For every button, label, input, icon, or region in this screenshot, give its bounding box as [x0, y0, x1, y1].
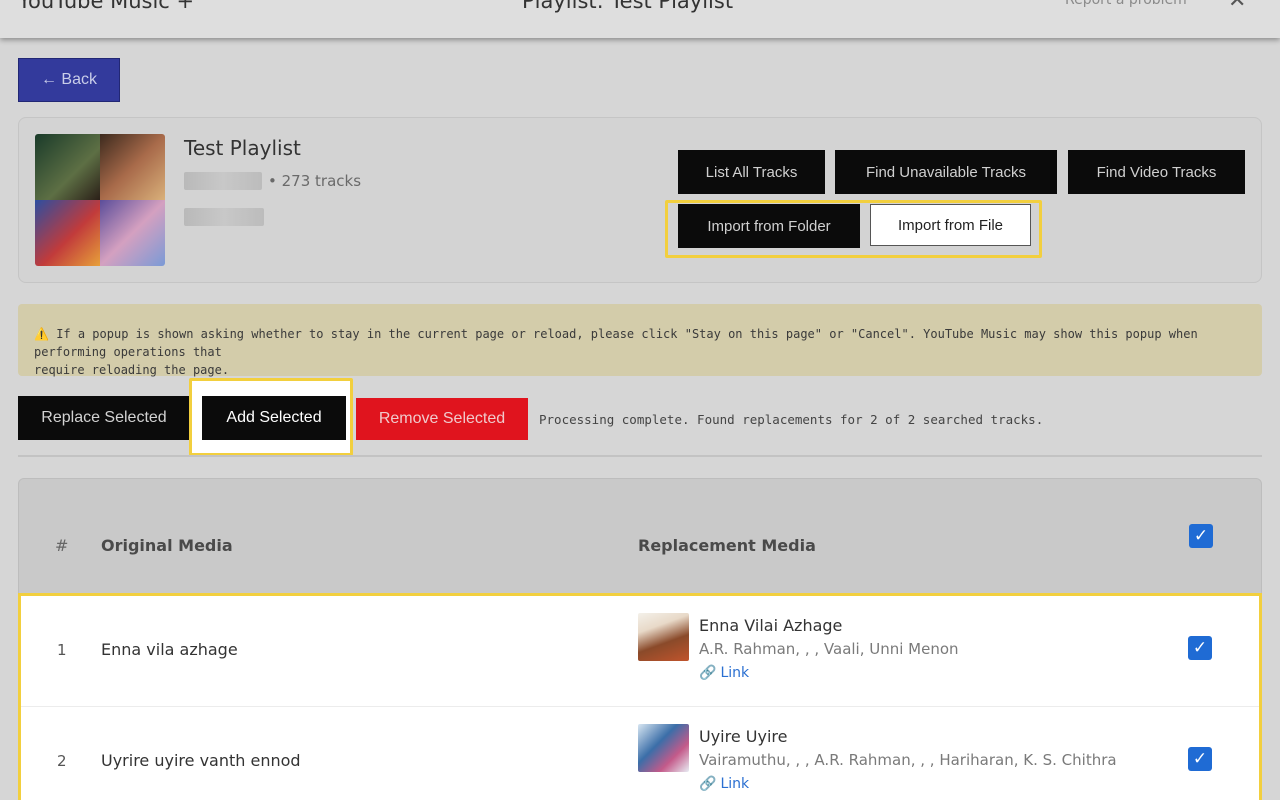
link-label[interactable]: Link	[720, 776, 749, 792]
report-problem-link[interactable]: Report a problem	[1065, 0, 1187, 8]
replacement-title: Enna Vilai Azhage	[699, 616, 843, 635]
link-label[interactable]: Link	[720, 665, 749, 681]
row-number: 2	[57, 752, 67, 770]
link-icon: 🔗	[699, 665, 717, 681]
warning-icon: ⚠️	[34, 327, 49, 341]
playlist-cover	[35, 134, 165, 266]
select-all-checkbox[interactable]: ✓	[1189, 524, 1213, 548]
add-selected-button[interactable]: Add Selected	[202, 396, 346, 440]
original-media-title: Enna vila azhage	[101, 640, 238, 659]
track-count: • 273 tracks	[268, 172, 362, 190]
column-header-number: #	[55, 536, 69, 555]
replacement-title: Uyire Uyire	[699, 727, 788, 746]
warning-text-line2: require reloading the page.	[34, 363, 230, 377]
import-from-file-button[interactable]: Import from File	[870, 204, 1031, 246]
playlist-meta: • 273 tracks	[184, 172, 361, 190]
replacement-link[interactable]: 🔗 Link	[699, 665, 749, 681]
redacted-info	[184, 208, 264, 226]
column-header-replacement: Replacement Media	[638, 536, 816, 555]
warning-banner: ⚠️ If a popup is shown asking whether to…	[18, 304, 1262, 377]
replacement-thumbnail	[638, 613, 689, 661]
row-checkbox[interactable]: ✓	[1188, 636, 1212, 660]
divider	[18, 455, 1262, 457]
table-row: 2 Uyrire uyire vanth ennod Uyire Uyire V…	[21, 706, 1259, 800]
row-number: 1	[57, 641, 67, 659]
playlist-card: Test Playlist • 273 tracks	[18, 117, 1262, 283]
redacted-owner	[184, 172, 262, 190]
replacement-artists: Vairamuthu, , , A.R. Rahman, , , Harihar…	[699, 751, 1117, 769]
column-header-original: Original Media	[101, 536, 233, 555]
row-checkbox[interactable]: ✓	[1188, 747, 1212, 771]
remove-selected-button[interactable]: Remove Selected	[356, 398, 528, 440]
list-all-tracks-button[interactable]: List All Tracks	[678, 150, 825, 194]
find-unavailable-tracks-button[interactable]: Find Unavailable Tracks	[835, 150, 1057, 194]
replacement-link[interactable]: 🔗 Link	[699, 776, 749, 792]
back-button[interactable]: ← Back	[18, 58, 120, 102]
replace-selected-button[interactable]: Replace Selected	[18, 396, 190, 440]
replacement-thumbnail	[638, 724, 689, 772]
top-bar: YouTube Music + Playlist: Test Playlist …	[0, 0, 1280, 38]
replacement-artists: A.R. Rahman, , , Vaali, Unni Menon	[699, 640, 959, 658]
app-title: YouTube Music +	[18, 0, 195, 13]
original-media-title: Uyrire uyire vanth ennod	[101, 751, 301, 770]
table-row: 1 Enna vila azhage Enna Vilai Azhage A.R…	[21, 596, 1259, 706]
warning-text-line1: If a popup is shown asking whether to st…	[34, 327, 1198, 359]
import-from-folder-button[interactable]: Import from Folder	[678, 204, 860, 248]
find-video-tracks-button[interactable]: Find Video Tracks	[1068, 150, 1245, 194]
status-text: Processing complete. Found replacements …	[539, 412, 1044, 427]
playlist-meta-2	[184, 208, 264, 226]
table-rows: 1 Enna vila azhage Enna Vilai Azhage A.R…	[18, 593, 1262, 800]
link-icon: 🔗	[699, 776, 717, 792]
page-title: Playlist: Test Playlist	[522, 0, 734, 13]
close-icon[interactable]: ✕	[1228, 0, 1246, 13]
playlist-name: Test Playlist	[184, 136, 301, 160]
